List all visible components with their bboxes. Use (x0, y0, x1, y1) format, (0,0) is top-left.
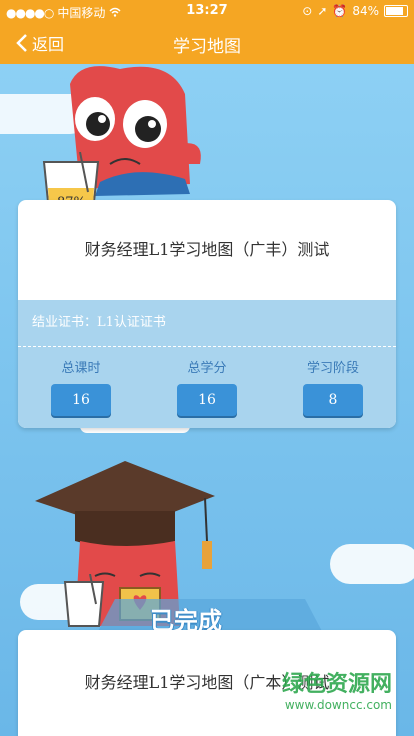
lock-rotation-icon: ⊙ (302, 4, 313, 18)
battery-percent: 84% (352, 4, 379, 18)
location-icon: ➚ (317, 4, 328, 18)
stat-value-button[interactable]: 8 (303, 384, 363, 416)
stats-row: 总课时 16 总学分 16 学习阶段 8 (18, 346, 396, 428)
status-bar: ●●●●○ 中国移动 13:27 ⊙ ➚ ⏰ 84% (0, 0, 414, 22)
stat-value-button[interactable]: 16 (177, 384, 237, 416)
stat-label: 学习阶段 (306, 361, 359, 376)
stat-total-credits: 总学分 16 (157, 357, 257, 416)
watermark: 绿色资源网 www.downcc.com (282, 666, 392, 712)
alarm-icon: ⏰ (332, 4, 348, 18)
course-name: 财务经理L1学习地图（广丰）测试 (84, 240, 330, 259)
stat-stages: 学习阶段 8 (283, 357, 383, 416)
certificate-label: 结业证书：L1认证证书 (18, 300, 396, 346)
stat-label: 总学分 (187, 361, 227, 376)
watermark-url: www.downcc.com (284, 698, 392, 712)
watermark-title: 绿色资源网 (281, 672, 392, 697)
cloud-decoration (330, 544, 414, 584)
battery-icon (384, 5, 408, 17)
battery-level (386, 7, 403, 15)
map-content: 87% 财务经理L1学习地图（广丰）测试 结业证书：L1认证证书 总课时 16 … (0, 64, 414, 736)
page-title: 学习地图 (173, 37, 241, 57)
stat-value-button[interactable]: 16 (51, 384, 111, 416)
stat-label: 总课时 (61, 361, 101, 376)
nav-bar: 返回 学习地图 (0, 22, 414, 64)
course-card[interactable]: 财务经理L1学习地图（广丰）测试 结业证书：L1认证证书 总课时 16 总学分 … (18, 200, 396, 428)
stat-total-hours: 总课时 16 (31, 357, 131, 416)
